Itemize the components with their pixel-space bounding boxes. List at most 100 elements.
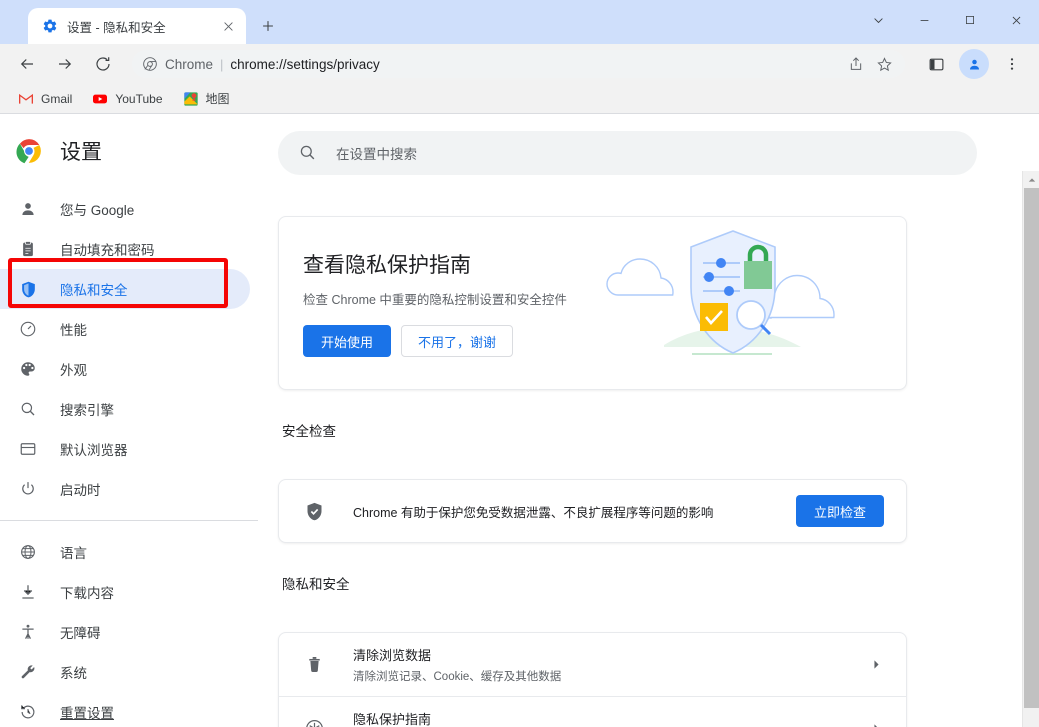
person-icon — [18, 199, 38, 219]
sidebar-item-downloads[interactable]: 下载内容 — [0, 572, 250, 612]
browser-window: 设置 - 隐私和安全 Chrome | chrome://settings/pr… — [0, 0, 1039, 727]
safety-check-section-title: 安全检查 — [282, 424, 336, 439]
sidebar-item-search-engine[interactable]: 搜索引擎 — [0, 389, 250, 429]
globe-icon — [18, 542, 38, 562]
sidebar-item-label: 搜索引擎 — [60, 403, 114, 418]
share-icon[interactable] — [843, 51, 869, 77]
search-placeholder: 在设置中搜索 — [336, 147, 417, 162]
bookmark-label: YouTube — [115, 91, 163, 106]
new-tab-button[interactable] — [254, 12, 282, 40]
download-icon — [18, 582, 38, 602]
scrollbar-thumb[interactable] — [1024, 188, 1039, 708]
sidebar-item-languages[interactable]: 语言 — [0, 532, 250, 572]
bookmark-maps[interactable]: 地图 — [175, 87, 238, 110]
maximize-button[interactable] — [947, 0, 993, 40]
sidebar-item-label: 无障碍 — [60, 626, 101, 641]
promo-title: 查看隐私保护指南 — [303, 254, 471, 277]
speedometer-icon — [18, 319, 38, 339]
sidebar-item-appearance[interactable]: 外观 — [0, 349, 250, 389]
wrench-icon — [18, 662, 38, 682]
sidebar-item-you-and-google[interactable]: 您与 Google — [0, 189, 250, 229]
list-item-subtitle: 清除浏览记录、Cookie、缓存及其他数据 — [353, 671, 562, 683]
bookmark-youtube[interactable]: YouTube — [84, 88, 170, 110]
list-item-body: 隐私保护指南 检查重要的隐私控制设置和安全控件 — [353, 709, 868, 727]
history-restore-icon — [18, 702, 38, 722]
search-input[interactable]: 在设置中搜索 — [278, 131, 977, 175]
chrome-icon — [142, 56, 158, 72]
tab-search-button[interactable] — [855, 0, 901, 40]
accessibility-icon — [18, 622, 38, 642]
power-icon — [18, 479, 38, 499]
sidebar-item-autofill[interactable]: 自动填充和密码 — [0, 229, 250, 269]
sidebar-item-label: 您与 Google — [60, 203, 135, 218]
promo-text: 查看隐私保护指南 检查 Chrome 中重要的隐私控制设置和安全控件 开始使用 … — [279, 249, 679, 357]
list-item-title: 清除浏览数据 — [353, 648, 432, 663]
safety-check-row: Chrome 有助于保护您免受数据泄露、不良扩展程序等问题的影响 立即检查 — [279, 480, 906, 542]
omnibox-actions — [841, 51, 897, 77]
shield-check-icon — [303, 500, 325, 522]
promo-subtitle: 检查 Chrome 中重要的隐私控制设置和安全控件 — [303, 293, 567, 307]
vertical-scrollbar[interactable] — [1022, 171, 1039, 727]
tab-title: 设置 - 隐私和安全 — [67, 20, 166, 35]
scroll-up-button[interactable] — [1023, 171, 1039, 188]
bookmark-gmail[interactable]: Gmail — [10, 88, 80, 110]
chevron-right-icon — [868, 657, 884, 673]
trash-icon — [303, 654, 325, 676]
arrow-right-icon[interactable] — [50, 49, 80, 79]
sidebar-item-label: 语言 — [60, 546, 87, 561]
sidebar-item-accessibility[interactable]: 无障碍 — [0, 612, 250, 652]
check-now-button[interactable]: 立即检查 — [795, 495, 884, 527]
youtube-icon — [92, 91, 108, 107]
sidebar-item-default-browser[interactable]: 默认浏览器 — [0, 429, 250, 469]
privacy-guide-promo-card: 查看隐私保护指南 检查 Chrome 中重要的隐私控制设置和安全控件 开始使用 … — [278, 216, 907, 390]
star-icon[interactable] — [871, 51, 897, 77]
sidebar-item-performance[interactable]: 性能 — [0, 309, 250, 349]
get-started-button[interactable]: 开始使用 — [303, 325, 392, 357]
browser-window-icon — [18, 439, 38, 459]
sidebar-item-reset-settings[interactable]: 重置设置 — [0, 692, 250, 727]
minimize-button[interactable] — [901, 0, 947, 40]
side-panel-icon[interactable] — [921, 49, 951, 79]
bookmark-label: Gmail — [41, 91, 73, 106]
three-dot-menu-icon[interactable] — [997, 49, 1027, 79]
settings-nav: 您与 Google 自动填充和密码 隐私和安全 性能 外观 搜索引擎 默认浏览器… — [0, 189, 258, 727]
sidebar-item-label: 系统 — [60, 666, 87, 681]
settings-main: 查看隐私保护指南 检查 Chrome 中重要的隐私控制设置和安全控件 开始使用 … — [258, 216, 1039, 727]
privacy-guide-icon — [303, 718, 325, 727]
safety-check-card: Chrome 有助于保护您免受数据泄露、不良扩展程序等问题的影响 立即检查 — [278, 479, 907, 543]
close-icon[interactable] — [218, 16, 238, 36]
search-icon — [18, 399, 38, 419]
sidebar-item-label: 启动时 — [60, 483, 101, 498]
settings-sidebar: 设置 您与 Google 自动填充和密码 隐私和安全 性能 外观 搜索引擎 默认… — [0, 115, 258, 727]
address-bar[interactable]: Chrome | chrome://settings/privacy — [132, 50, 905, 78]
sidebar-item-privacy-and-security[interactable]: 隐私和安全 — [0, 269, 250, 309]
search-icon — [298, 143, 318, 163]
sidebar-item-on-startup[interactable]: 启动时 — [0, 469, 250, 509]
settings-page: 设置 您与 Google 自动填充和密码 隐私和安全 性能 外观 搜索引擎 默认… — [0, 115, 1039, 727]
sidebar-item-label: 重置设置 — [60, 706, 114, 721]
profile-avatar-icon[interactable] — [959, 49, 989, 79]
sidebar-item-label: 隐私和安全 — [60, 283, 128, 298]
list-item-clear-browsing-data[interactable]: 清除浏览数据 清除浏览记录、Cookie、缓存及其他数据 — [279, 633, 906, 696]
sidebar-item-label: 下载内容 — [60, 586, 114, 601]
safety-check-description: Chrome 有助于保护您免受数据泄露、不良扩展程序等问题的影响 — [353, 505, 714, 520]
browser-toolbar: Chrome | chrome://settings/privacy — [0, 44, 1039, 84]
browser-tab[interactable]: 设置 - 隐私和安全 — [28, 8, 246, 44]
gear-icon — [42, 18, 58, 34]
page-title: 设置 — [60, 141, 102, 164]
shield-icon — [18, 279, 38, 299]
clipboard-icon — [18, 239, 38, 259]
sidebar-item-system[interactable]: 系统 — [0, 652, 250, 692]
sidebar-item-label: 外观 — [60, 363, 87, 378]
sidebar-item-label: 性能 — [60, 323, 87, 338]
close-button[interactable] — [993, 0, 1039, 40]
omnibox-url: chrome://settings/privacy — [230, 56, 380, 72]
no-thanks-button[interactable]: 不用了，谢谢 — [401, 325, 514, 357]
sidebar-item-label: 自动填充和密码 — [60, 243, 155, 258]
settings-scroll-area: 查看隐私保护指南 检查 Chrome 中重要的隐私控制设置和安全控件 开始使用 … — [258, 177, 1039, 727]
reload-icon[interactable] — [88, 49, 118, 79]
arrow-left-icon[interactable] — [12, 49, 42, 79]
title-bar: 设置 - 隐私和安全 — [0, 0, 1039, 44]
list-item-privacy-guide[interactable]: 隐私保护指南 检查重要的隐私控制设置和安全控件 — [279, 697, 906, 727]
toolbar-right — [913, 49, 1031, 79]
